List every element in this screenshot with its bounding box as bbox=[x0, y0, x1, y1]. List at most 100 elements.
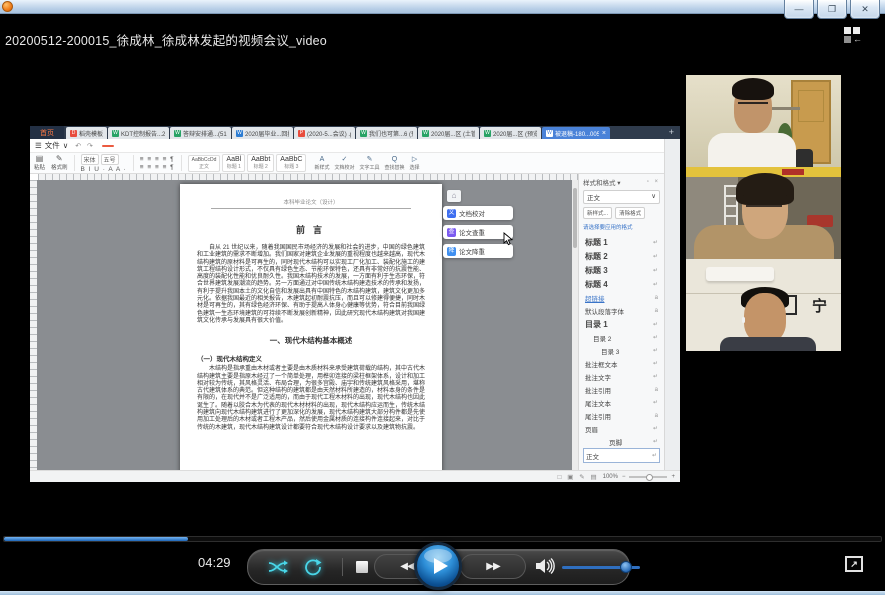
style-gallery-item[interactable]: AaBl 标题 1 bbox=[222, 154, 246, 172]
ribbon-tool-button[interactable]: ✓ 文档校对 bbox=[334, 156, 354, 171]
style-item[interactable]: 超链接 a bbox=[583, 291, 660, 304]
volume-slider[interactable] bbox=[562, 560, 640, 574]
word-ribbon: ▤ 粘贴 ✎ 格式刷 宋体 五号 B I U · A A · ≡ ≡ ≡ ≡ ¶… bbox=[30, 153, 680, 174]
paragraph-mark-icon: ↵ bbox=[652, 361, 658, 367]
styles-panel-close-icon[interactable]: ▫ × bbox=[647, 179, 660, 185]
paragraph-icons[interactable]: ≡ ≡ ≡ ≡ ¶ bbox=[140, 156, 175, 163]
chevron-down-icon: ∨ bbox=[651, 193, 656, 200]
fast-forward-button[interactable]: ▶▶ bbox=[460, 554, 526, 579]
brush-icon: ✎ bbox=[55, 154, 63, 163]
ribbon-tool-button[interactable]: ✎ 文字工具 bbox=[360, 156, 380, 171]
paragraph-mark-icon: a bbox=[654, 412, 658, 419]
styles-panel-title: 样式和格式 ▾ bbox=[583, 180, 621, 187]
style-gallery-item[interactable]: AaBbt 标题 2 bbox=[247, 154, 275, 172]
style-item[interactable]: 批注框文本 ↵ bbox=[583, 357, 660, 370]
paragraph-mark-icon: ↵ bbox=[652, 321, 658, 328]
document-tab[interactable]: W 被退稿-180...005.10 × bbox=[542, 127, 611, 139]
menu-tab[interactable] bbox=[101, 144, 114, 147]
style-item[interactable]: 目录 1 ↵ bbox=[583, 317, 660, 331]
undo-redo-icons[interactable]: ↶ ↷ bbox=[75, 142, 95, 150]
styles-hint-link[interactable]: 请选择要应用的格式 bbox=[583, 223, 660, 231]
file-type-icon: W bbox=[484, 129, 492, 137]
document-tab[interactable]: W 我们也可第...6 (预览) bbox=[356, 127, 418, 139]
style-gallery-item[interactable]: AaBbCcDd 正文 bbox=[187, 154, 221, 172]
style-item[interactable]: 标题 3 ↵ bbox=[583, 263, 660, 277]
window-titlebar[interactable] bbox=[0, 0, 885, 14]
ribbon-tool-button[interactable]: Q 查找替换 bbox=[385, 156, 405, 171]
document-tab-label: 2020届...区 (预览) bbox=[493, 131, 538, 138]
document-tab[interactable]: D 稻壳模板 bbox=[66, 127, 108, 139]
style-item[interactable]: 标题 1 ↵ bbox=[583, 235, 660, 249]
style-sample: AaBbCcDd bbox=[191, 156, 217, 163]
zoom-level: 100% bbox=[602, 473, 618, 480]
style-item[interactable]: 标题 2 ↵ bbox=[583, 249, 660, 263]
paste-label: 粘贴 bbox=[34, 165, 46, 171]
font-name-select[interactable]: 宋体 bbox=[80, 153, 99, 165]
format-painter-button[interactable]: ✎ 格式刷 bbox=[51, 154, 68, 172]
close-tab-icon[interactable]: × bbox=[602, 130, 606, 137]
document-tab[interactable]: 首页 bbox=[30, 126, 64, 139]
style-item[interactable]: 批注引用 a bbox=[583, 383, 660, 396]
style-gallery-item[interactable]: AaBbC 标题 3 bbox=[276, 154, 307, 172]
style-label: 标题 1 bbox=[226, 164, 241, 170]
style-item[interactable]: 目录 2 ↵ bbox=[583, 331, 660, 344]
file-type-icon: D bbox=[70, 129, 77, 137]
document-tab[interactable]: P (2020-5...会议) .pdf bbox=[294, 127, 356, 139]
style-item[interactable]: 正文 ↵ bbox=[583, 448, 660, 463]
style-item[interactable]: 页脚 ↵ bbox=[583, 435, 660, 448]
floating-tool-icon: 查 bbox=[447, 227, 456, 237]
style-item[interactable]: 目录 3 ↵ bbox=[583, 344, 660, 357]
zoom-slider[interactable] bbox=[629, 473, 668, 481]
stop-button[interactable] bbox=[356, 561, 368, 573]
style-item[interactable]: 页眉 ↵ bbox=[583, 422, 660, 435]
document-page[interactable]: 本科毕业论文（设计） 前言 自从 21 世纪以来，随着我国国民市场经济的发展和社… bbox=[180, 184, 442, 470]
document-tab[interactable]: W 2020届...区 (预览) bbox=[480, 127, 542, 139]
ribbon-tool-label: 文档校对 bbox=[334, 164, 355, 171]
mute-button[interactable] bbox=[536, 558, 556, 574]
view-mode-icons[interactable]: □ ▣ ✎ ▤ bbox=[558, 473, 599, 481]
repeat-button[interactable] bbox=[304, 558, 322, 576]
font-size-select[interactable]: 五号 bbox=[100, 153, 119, 165]
shuffle-button[interactable] bbox=[268, 560, 288, 574]
fullscreen-toggle-button[interactable]: ↗ bbox=[845, 556, 863, 572]
clear-format-button[interactable]: 清除格式 bbox=[615, 207, 646, 219]
close-button[interactable]: ✕ bbox=[850, 0, 880, 19]
style-item[interactable]: 默认段落字体 a bbox=[583, 304, 660, 317]
home-icon[interactable]: ⌂ bbox=[447, 190, 461, 202]
style-item[interactable]: 尾注文本 ↵ bbox=[583, 396, 660, 409]
document-tab[interactable]: W 答辩安排通...(512) bbox=[170, 127, 232, 139]
paragraph-mark-icon: ↵ bbox=[652, 267, 658, 274]
file-menu[interactable]: ☰ 文件 ∨ bbox=[35, 140, 68, 151]
document-tab[interactable]: W KDT控制报告...200512 bbox=[108, 127, 170, 139]
font-format-icons[interactable]: B I U · A A · bbox=[81, 166, 127, 173]
paragraph-mark-icon: ↵ bbox=[652, 348, 658, 354]
zoom-in-button[interactable]: + bbox=[671, 474, 675, 480]
style-item[interactable]: 尾注引用 a bbox=[583, 409, 660, 422]
paragraph-mark-icon: ↵ bbox=[652, 239, 658, 246]
clipboard-icon: ▤ bbox=[35, 154, 44, 163]
subsection-heading: （一）现代木结构定义 bbox=[197, 356, 262, 364]
mouse-cursor bbox=[503, 232, 513, 246]
floating-tool-button[interactable]: 文 文档校对 bbox=[443, 206, 513, 220]
paragraph-icons-2[interactable]: ≡ ≡ ≡ ≡ ¶ bbox=[140, 164, 175, 171]
play-button[interactable] bbox=[414, 542, 462, 590]
volume-knob[interactable] bbox=[620, 561, 632, 573]
wall-character: 宁 bbox=[811, 298, 827, 315]
paste-button[interactable]: ▤ 粘贴 bbox=[34, 154, 46, 172]
ribbon-tool-button[interactable]: ▷ 选择 bbox=[410, 156, 420, 171]
ribbon-tool-button[interactable]: A 新样式 bbox=[314, 156, 329, 171]
glasses bbox=[746, 205, 782, 214]
restore-button[interactable]: ❐ bbox=[817, 0, 847, 19]
new-style-button[interactable]: 新样式... bbox=[583, 207, 613, 219]
current-style-select[interactable]: 正文 ∨ bbox=[583, 190, 660, 204]
floating-tool-button[interactable]: 降 论文降重 bbox=[443, 244, 513, 258]
new-tab-button[interactable]: + bbox=[665, 126, 678, 139]
video-canvas[interactable]: 20200512-200015_徐成林_徐成林发起的视频会议_video ← 首… bbox=[0, 14, 885, 536]
style-item[interactable]: 批注文字 ↵ bbox=[583, 370, 660, 383]
document-tab[interactable]: W 2020届毕业...回执1 (1) bbox=[232, 127, 294, 139]
minimize-button[interactable]: — bbox=[784, 0, 814, 19]
zoom-out-button[interactable]: − bbox=[622, 474, 626, 480]
paragraph-1: 自从 21 世纪以来，随着我国国民市场经济的发展和社会的进步，中国的绿色建筑和工… bbox=[197, 245, 426, 324]
document-tab[interactable]: W 2020届...区 (土管) bbox=[418, 127, 480, 139]
style-item[interactable]: 标题 4 ↵ bbox=[583, 277, 660, 291]
